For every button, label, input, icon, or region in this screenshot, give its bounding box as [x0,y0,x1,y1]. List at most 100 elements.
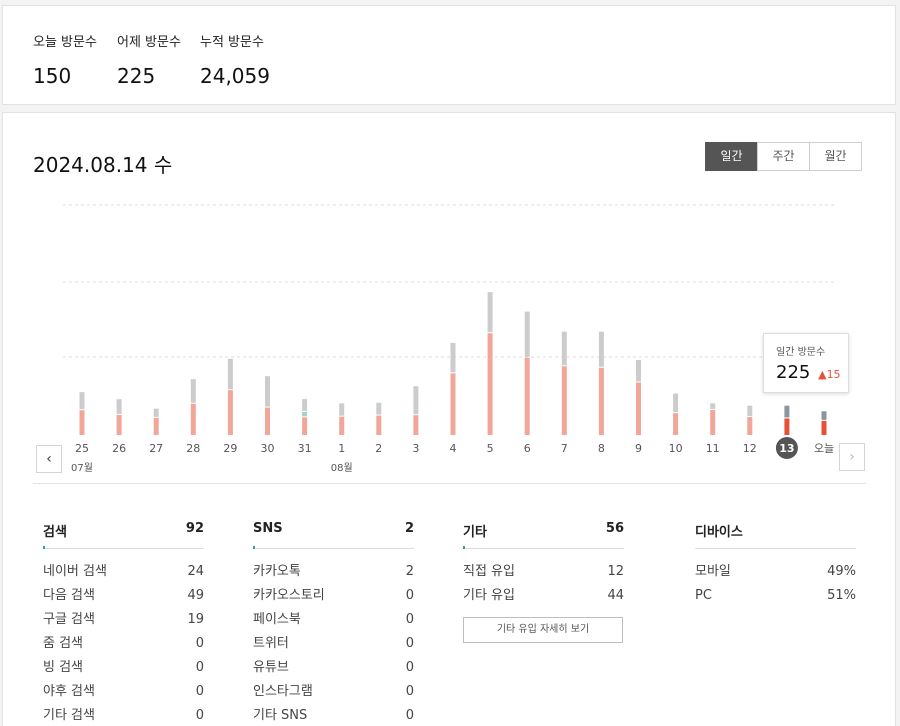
yesterday-visits-value: 225 [117,64,156,88]
month-label: 07월 [71,462,93,474]
daily-visits-chart: 25 26 27 28 29 30 31 1 2 3 4 5 6 7 8 9 10 11 12 13 오늘07월 08월 [63,204,835,474]
etc-channel-title: 기타 [463,525,487,540]
tick-label: 11 [706,442,720,455]
tick-label: 12 [743,442,757,455]
etc-channel-list: 직접 유입 12 기타 유입 44 기타 유입 자세히 보기 [463,549,624,643]
search-channel-title: 검색 [43,525,67,540]
bar-26-s1 [116,399,122,414]
list-item: 기타 검색 0 [43,704,204,726]
device-header: 디바이스 [695,521,856,549]
item-value: 0 [405,708,414,723]
list-item: 트위터 0 [253,632,414,656]
tick-label: 13 [779,442,794,455]
bar-11-s0 [710,409,716,435]
item-value: 19 [187,612,204,627]
bar-25-s0 [79,410,85,435]
tick-label: 31 [298,442,312,455]
item-value: 0 [405,684,414,699]
header-accent [43,546,45,549]
list-item: 다음 검색 49 [43,584,204,608]
bar-31-s0 [302,417,308,435]
bar-13-s0 [784,418,790,435]
etc-detail-button[interactable]: 기타 유입 자세히 보기 [463,617,623,643]
bar-11-s1 [710,403,716,409]
sns-channel-total: 2 [404,521,414,536]
bar-4-s1 [450,342,456,373]
item-value: 0 [195,636,204,651]
item-label: 네이버 검색 [43,564,107,579]
total-visits-label: 누적 방문수 [200,35,264,50]
bar-10-s0 [673,413,679,435]
bar-3-s0 [413,415,419,435]
bar-1-s1 [339,403,345,416]
chevron-left-icon[interactable]: ‹ [36,445,62,473]
bar-2-s0 [376,415,382,435]
bar-8-s1 [598,331,604,367]
bar-4-s0 [450,373,456,435]
bar-7-s1 [561,331,567,366]
sns-channel-list: 카카오톡 2 카카오스토리 0 페이스북 0 트위터 0 유튜브 0 인스타그램 0 기타 … [253,549,414,726]
total-visits-value: 24,059 [200,64,270,88]
bar-5-s1 [487,292,493,333]
item-label: 기타 검색 [43,708,95,723]
search-channel-total: 92 [185,521,204,536]
bar-12-s1 [747,405,753,417]
device-title: 디바이스 [695,525,743,540]
bar-31-s1 [302,399,308,411]
sns-channel-title: SNS [253,521,283,536]
bar-25-s1 [79,392,85,410]
bar-6-s1 [524,311,530,357]
bar-27-s0 [153,417,159,435]
item-label: 줌 검색 [43,636,84,651]
bar-8-s0 [598,367,604,435]
item-value: 0 [405,588,414,603]
item-label: 야후 검색 [43,684,95,699]
caret-up-icon: ▲ [818,368,827,381]
item-value: 0 [195,708,204,723]
tick-label: 27 [149,442,163,455]
sns-channel-header: SNS 2 [253,521,414,549]
bar-10-s1 [673,393,679,413]
item-label: 트위터 [253,636,289,651]
tick-label: 1 [338,442,345,455]
device-list: 모바일 49% PC 51% [695,549,856,608]
search-channel-header: 검색 92 [43,521,204,549]
item-label: 직접 유입 [463,564,515,579]
chevron-right-icon[interactable]: › [839,443,865,471]
tick-label: 30 [261,442,275,455]
item-label: 페이스북 [253,612,301,627]
bar-9-s0 [636,382,641,435]
item-label: 카카오스토리 [253,588,325,603]
chart-tooltip: 일간 방문수 225 ▲15 [763,333,849,393]
bar-30-s0 [265,407,270,435]
today-visits-label: 오늘 방문수 [33,35,97,50]
bar-29-s0 [227,390,233,435]
bar-28-s0 [190,403,196,435]
total-visits-stat: 누적 방문수 24,059 [200,31,270,88]
item-label: PC [695,588,712,603]
tick-label: 3 [412,442,419,455]
bar-12-s0 [747,417,753,435]
bar-6-s0 [524,357,530,435]
list-item: 카카오톡 2 [253,560,414,584]
item-value: 51% [827,588,856,603]
list-item: 직접 유입 12 [463,560,624,584]
list-item: 기타 유입 44 [463,584,624,608]
bar-7-s0 [561,366,567,435]
item-value: 2 [405,564,414,579]
yesterday-visits-stat: 어제 방문수 225 [117,31,181,88]
tick-label: 8 [598,442,605,455]
item-value: 0 [195,660,204,675]
item-value: 12 [607,564,624,579]
list-item: 야후 검색 0 [43,680,204,704]
visit-chart-panel: 2024.08.14 수 일간 주간 월간 25 26 27 28 29 30 31 1 2 3 4… [2,112,896,726]
bar-26-s0 [116,414,122,435]
tick-label: 28 [186,442,200,455]
item-label: 카카오톡 [253,564,301,579]
visit-summary-panel: 오늘 방문수 150 어제 방문수 225 누적 방문수 24,059 [2,5,896,105]
item-value: 0 [405,660,414,675]
list-item: 유튜브 0 [253,656,414,680]
list-item: 네이버 검색 24 [43,560,204,584]
list-item: 구글 검색 19 [43,608,204,632]
search-channel-list: 네이버 검색 24 다음 검색 49 구글 검색 19 줌 검색 0 빙 검색 0 야후 … [43,549,204,726]
